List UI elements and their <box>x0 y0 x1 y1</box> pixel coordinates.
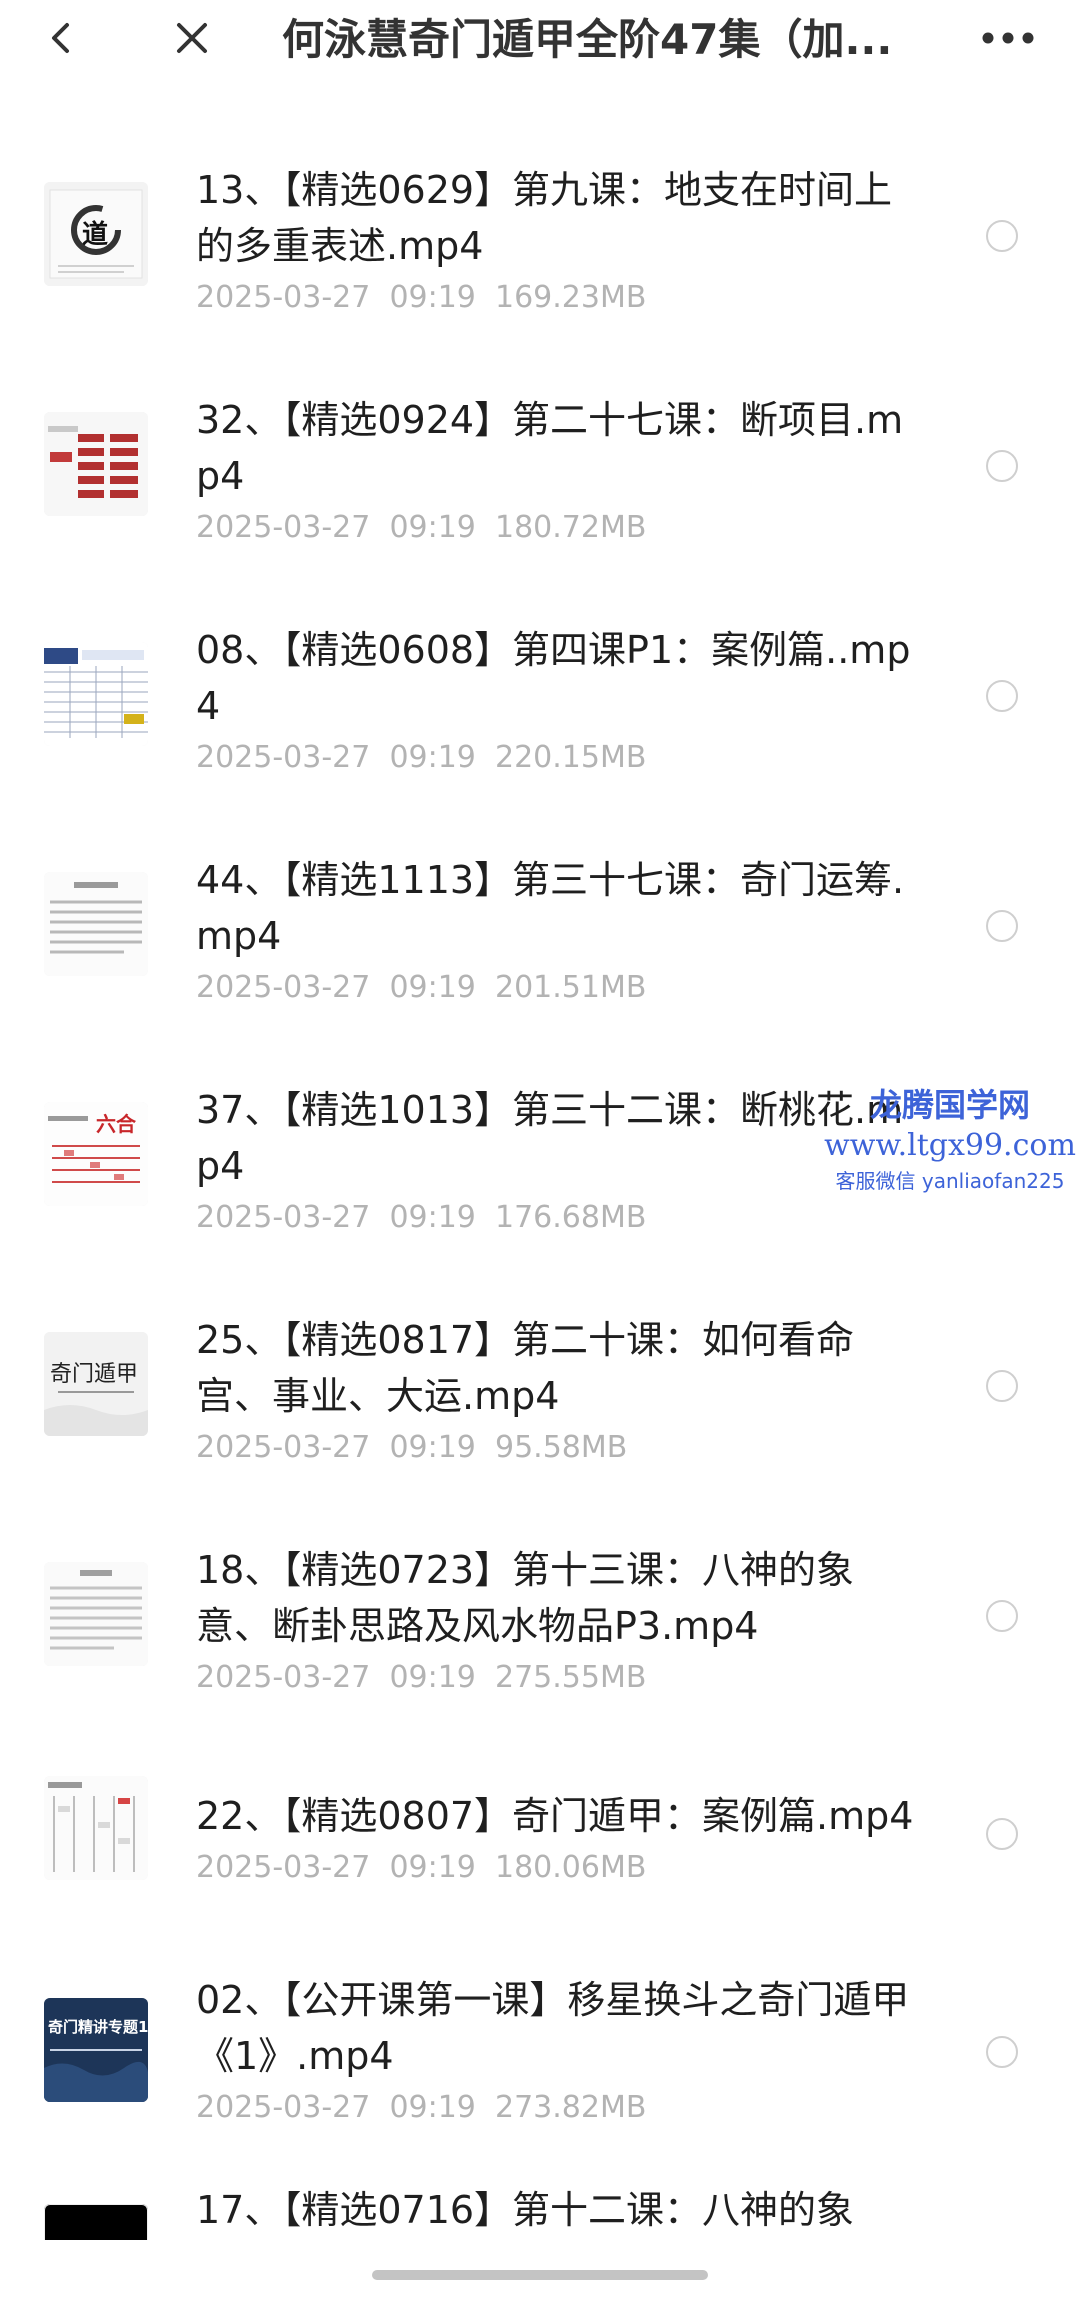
file-date: 2025-03-27 <box>196 970 371 1005</box>
more-button[interactable] <box>968 8 1048 68</box>
file-meta: 2025-03-27 09:19 180.06MB <box>196 1848 646 1888</box>
file-meta: 2025-03-27 09:19 201.51MB <box>196 968 646 1008</box>
file-date: 2025-03-27 <box>196 1660 371 1695</box>
text-document-thumbnail-art <box>44 1562 148 1666</box>
file-thumbnail <box>44 412 148 516</box>
file-name: 32、【精选0924】第二十七课：断项目.mp4 <box>196 398 904 498</box>
file-size: 95.58MB <box>494 1430 628 1465</box>
watermark-contact: 客服微信 yanliaofan225 <box>835 1169 1065 1193</box>
file-time: 09:19 <box>389 1200 476 1235</box>
file-item[interactable]: 道 13、【精选0629】第九课：地支在时间上的多重表述.mp4 2025-03… <box>0 142 1080 362</box>
file-size: 273.82MB <box>494 2090 647 2125</box>
file-date: 2025-03-27 <box>196 2090 371 2125</box>
page-title: 何泳慧奇门遁甲全阶47集（加... <box>282 15 893 64</box>
file-size: 180.06MB <box>494 1850 647 1885</box>
blue-table-thumbnail-art <box>44 642 148 746</box>
select-radio[interactable] <box>986 450 1018 482</box>
select-radio[interactable] <box>986 680 1018 712</box>
file-item[interactable]: 44、【精选1113】第三十七课：奇门运筹.mp4 2025-03-27 09:… <box>0 832 1080 1052</box>
home-indicator[interactable] <box>372 2270 708 2280</box>
file-thumbnail <box>44 642 148 746</box>
file-name: 25、【精选0817】第二十课：如何看命宫、事业、大运.mp4 <box>196 1318 855 1418</box>
file-meta: 2025-03-27 09:19 176.68MB <box>196 1198 646 1238</box>
select-radio[interactable] <box>986 910 1018 942</box>
file-name: 02、【公开课第一课】移星换斗之奇门遁甲《1》.mp4 <box>196 1978 910 2078</box>
select-radio[interactable] <box>986 220 1018 252</box>
select-radio[interactable] <box>986 2036 1018 2068</box>
top-bar: 何泳慧奇门遁甲全阶47集（加... <box>0 0 1080 80</box>
file-item[interactable]: 22、【精选0807】奇门遁甲：案例篇.mp4 2025-03-27 09:19… <box>0 1752 1080 1942</box>
file-date: 2025-03-27 <box>196 1850 371 1885</box>
close-icon <box>177 23 207 53</box>
file-meta: 2025-03-27 09:19 169.23MB <box>196 278 646 318</box>
chevron-left-icon <box>52 23 69 53</box>
file-thumbnail <box>44 872 148 976</box>
file-size: 220.15MB <box>494 740 647 775</box>
thumbnail-text: 道 <box>82 220 109 250</box>
close-button[interactable] <box>162 8 222 68</box>
thumbnail-text: 六合 <box>96 1112 136 1136</box>
file-name: 13、【精选0629】第九课：地支在时间上的多重表述.mp4 <box>196 168 893 268</box>
file-time: 09:19 <box>389 1430 476 1465</box>
file-time: 09:19 <box>389 1660 476 1695</box>
file-time: 09:19 <box>389 1850 476 1885</box>
file-date: 2025-03-27 <box>196 740 371 775</box>
file-time: 09:19 <box>389 280 476 315</box>
file-time: 09:19 <box>389 510 476 545</box>
file-thumbnail <box>44 1776 148 1880</box>
file-name: 17、【精选0716】第十二课：八神的象 <box>196 2188 855 2232</box>
file-meta: 2025-03-27 09:19 220.15MB <box>196 738 646 778</box>
select-radio[interactable] <box>986 1818 1018 1850</box>
file-meta: 2025-03-27 09:19 273.82MB <box>196 2088 646 2128</box>
select-radio[interactable] <box>986 1600 1018 1632</box>
grid-document-thumbnail-art <box>44 1776 148 1880</box>
watermark-url: www.ltgx99.com <box>824 1128 1076 1163</box>
file-thumbnail: 奇门精讲专题1 <box>44 1998 148 2102</box>
watermark-title: 龙腾国学网 <box>869 1086 1030 1124</box>
thumbnail-text: 奇门遁甲 <box>50 1362 139 1387</box>
file-item[interactable]: 奇门遁甲 25、【精选0817】第二十课：如何看命宫、事业、大运.mp4 202… <box>0 1292 1080 1512</box>
file-size: 201.51MB <box>494 970 647 1005</box>
file-time: 09:19 <box>389 970 476 1005</box>
file-date: 2025-03-27 <box>196 1200 371 1235</box>
file-name: 18、【精选0723】第十三课：八神的象意、断卦思路及风水物品P3.mp4 <box>196 1548 855 1648</box>
file-name: 08、【精选0608】第四课P1：案例篇..mp4 <box>196 628 911 728</box>
file-date: 2025-03-27 <box>196 510 371 545</box>
file-size: 180.72MB <box>494 510 647 545</box>
file-name: 37、【精选1013】第三十二课：断桃花.mp4 <box>196 1088 904 1188</box>
file-time: 09:19 <box>389 740 476 775</box>
file-item[interactable]: 17、【精选0716】第十二课：八神的象 <box>0 2182 1080 2242</box>
table-thumbnail-art <box>44 412 148 516</box>
text-document-thumbnail-art <box>44 872 148 976</box>
more-horizontal-icon <box>982 32 1034 44</box>
file-meta: 2025-03-27 09:19 275.55MB <box>196 1658 646 1698</box>
file-thumbnail <box>44 1562 148 1666</box>
file-size: 176.68MB <box>494 1200 647 1235</box>
back-button[interactable] <box>32 8 92 68</box>
file-meta: 2025-03-27 09:19 180.72MB <box>196 508 646 548</box>
file-name: 44、【精选1113】第三十七课：奇门运筹.mp4 <box>196 858 905 958</box>
select-radio[interactable] <box>986 1370 1018 1402</box>
file-size: 169.23MB <box>494 280 647 315</box>
file-item[interactable]: 32、【精选0924】第二十七课：断项目.mp4 2025-03-27 09:1… <box>0 372 1080 592</box>
file-thumbnail: 奇门遁甲 <box>44 1332 148 1436</box>
file-meta: 2025-03-27 09:19 95.58MB <box>196 1428 627 1468</box>
file-size: 275.55MB <box>494 1660 647 1695</box>
file-item[interactable]: 奇门精讲专题1 02、【公开课第一课】移星换斗之奇门遁甲《1》.mp4 2025… <box>0 1952 1080 2172</box>
bottom-bar <box>0 2240 1080 2310</box>
file-date: 2025-03-27 <box>196 280 371 315</box>
file-thumbnail <box>44 2204 148 2242</box>
file-name: 22、【精选0807】奇门遁甲：案例篇.mp4 <box>196 1794 914 1838</box>
file-item[interactable]: 18、【精选0723】第十三课：八神的象意、断卦思路及风水物品P3.mp4 20… <box>0 1522 1080 1742</box>
file-time: 09:19 <box>389 2090 476 2125</box>
file-item[interactable]: 08、【精选0608】第四课P1：案例篇..mp4 2025-03-27 09:… <box>0 602 1080 822</box>
file-date: 2025-03-27 <box>196 1430 371 1465</box>
thumbnail-text: 奇门精讲专题1 <box>48 2018 148 2036</box>
dark-blue-thumbnail-art <box>44 1998 148 2102</box>
file-thumbnail: 六合 <box>44 1102 148 1206</box>
file-thumbnail: 道 <box>44 182 148 286</box>
watermark: 龙腾国学网 www.ltgx99.com 客服微信 yanliaofan225 <box>820 1084 1080 1196</box>
